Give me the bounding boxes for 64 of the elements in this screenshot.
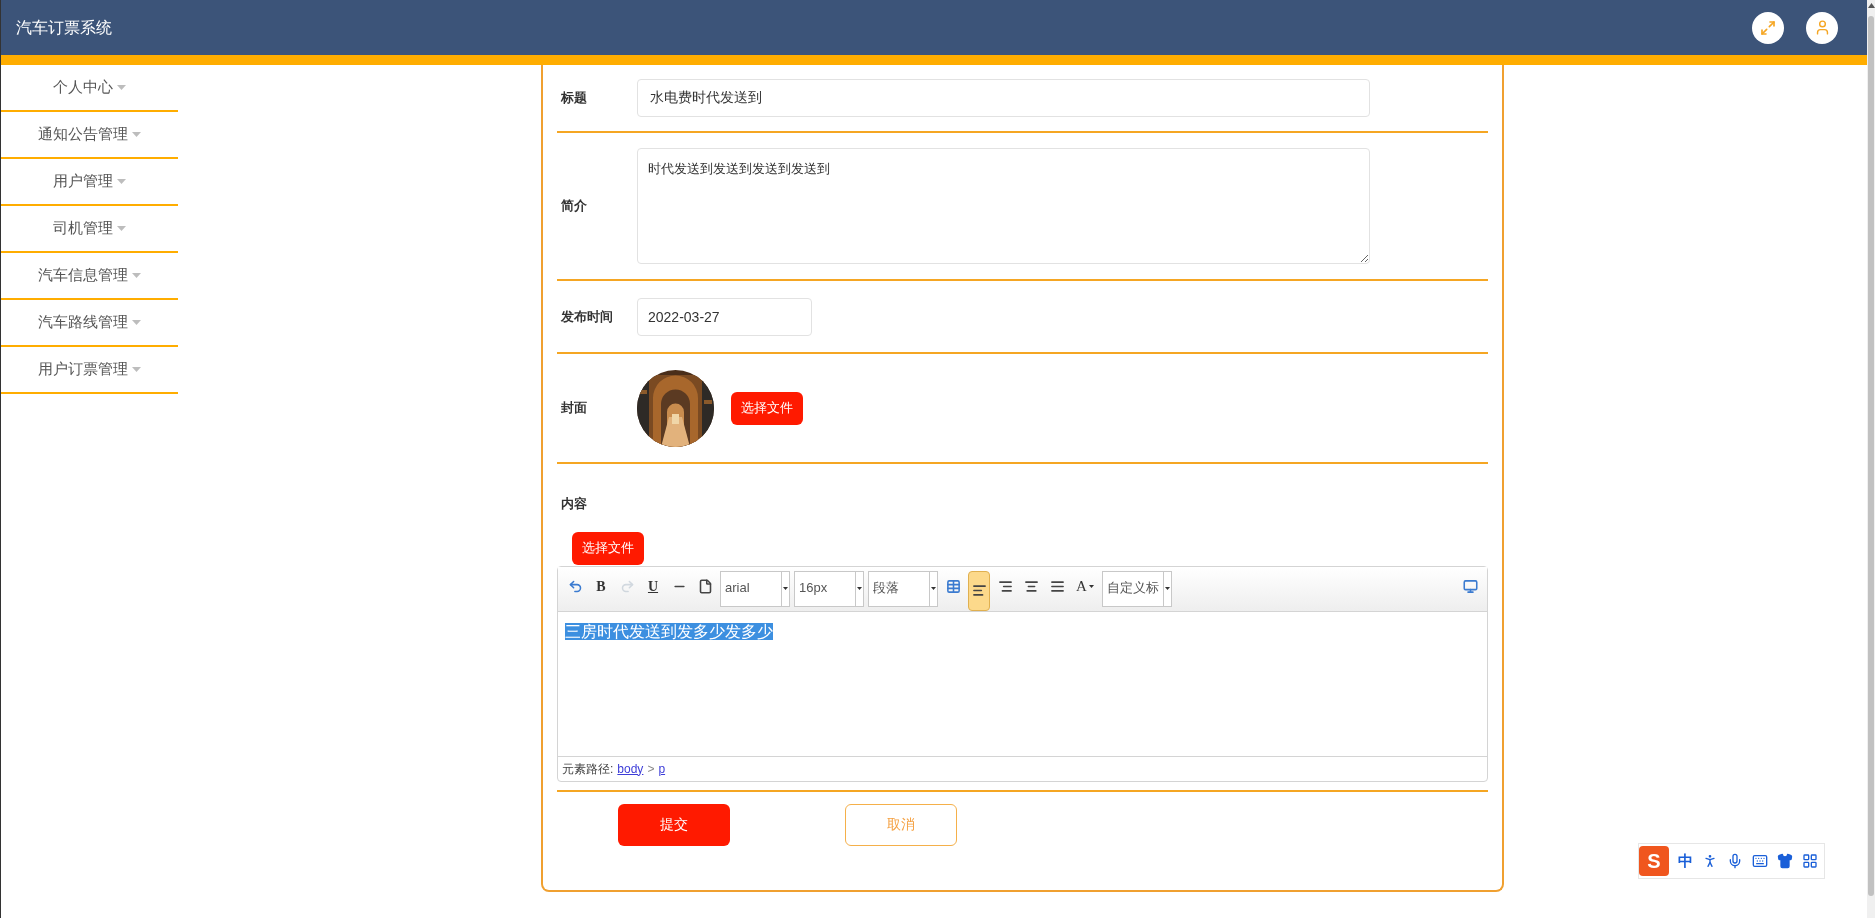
editor-text: 三房时代发送到发多少发多少 [565, 622, 773, 640]
app-title: 汽车订票系统 [16, 17, 112, 38]
submit-button[interactable]: 提交 [618, 803, 730, 846]
caret-icon [132, 367, 141, 372]
summary-field[interactable]: 时代发送到发送到发送到发送到 [637, 148, 1370, 264]
sidebar-item[interactable]: 个人中心 [1, 65, 178, 112]
field-label: 封面 [560, 399, 588, 418]
caret-icon [931, 587, 936, 590]
bold-button[interactable]: B [590, 570, 612, 603]
caret-icon [117, 226, 126, 231]
ime-mode[interactable]: 中 [1678, 849, 1693, 873]
date-field[interactable]: 2022-03-27 [637, 297, 812, 336]
align-left-button[interactable] [968, 570, 990, 611]
sidebar-item[interactable]: 司机管理 [1, 206, 178, 253]
caret-icon [132, 273, 141, 278]
title-field[interactable]: 水电费时代发送到 [637, 79, 1370, 117]
field-label: 标题 [560, 89, 588, 108]
sidebar-item[interactable]: 汽车信息管理 [1, 253, 178, 300]
scroll-up-icon[interactable] [1867, 3, 1875, 8]
expand-icon [1760, 19, 1776, 36]
field-label: 内容 [560, 495, 588, 513]
user-button[interactable] [1806, 11, 1838, 44]
redo-icon [619, 579, 635, 594]
sidebar-item[interactable]: 汽车路线管理 [1, 300, 178, 347]
caret-icon [857, 587, 862, 590]
path-label: 元素路径: [562, 760, 614, 778]
scrollbar[interactable] [1867, 0, 1875, 918]
grid-icon[interactable] [1802, 853, 1818, 869]
align-left-icon [971, 583, 987, 598]
align-right-icon [997, 579, 1013, 594]
toolbar-select[interactable]: 段落 [868, 570, 938, 607]
align-center-icon [1023, 579, 1039, 594]
ime-logo: S [1639, 846, 1669, 876]
font-color-button[interactable]: A [1072, 570, 1098, 603]
page-icon [697, 579, 713, 594]
microphone-icon[interactable] [1727, 853, 1743, 869]
field-label: 发布时间 [560, 307, 614, 326]
monitor-icon [1462, 579, 1478, 594]
choose-file-button[interactable]: 选择文件 [731, 391, 803, 425]
path-separator: > [647, 760, 655, 778]
sidebar-item[interactable]: 用户管理 [1, 159, 178, 206]
underline-button[interactable]: U [642, 570, 664, 603]
caret-icon [1088, 585, 1094, 588]
caret-icon [132, 132, 141, 137]
table-icon [945, 579, 961, 594]
caret-icon [132, 320, 141, 325]
shirt-icon[interactable] [1777, 853, 1793, 869]
toolbar-select[interactable]: arial [720, 570, 790, 607]
caret-icon [1165, 587, 1170, 590]
caret-icon [117, 179, 126, 184]
toolbar-select[interactable]: 16px [794, 570, 864, 607]
caret-icon [783, 587, 788, 590]
fullscreen-button[interactable] [1752, 11, 1784, 44]
toolbar-select[interactable]: 自定义标 [1102, 570, 1172, 607]
caret-icon [117, 85, 126, 90]
path-link[interactable]: p [658, 759, 666, 778]
sidebar-item[interactable]: 通知公告管理 [1, 112, 178, 159]
choose-file-button[interactable]: 选择文件 [572, 531, 644, 565]
sidebar-item[interactable]: 用户订票管理 [1, 347, 178, 394]
path-link[interactable]: body [617, 759, 644, 778]
justify-icon [1049, 579, 1065, 594]
field-label: 简介 [560, 197, 588, 216]
undo-icon [567, 579, 583, 594]
keyboard-icon[interactable] [1752, 853, 1768, 869]
